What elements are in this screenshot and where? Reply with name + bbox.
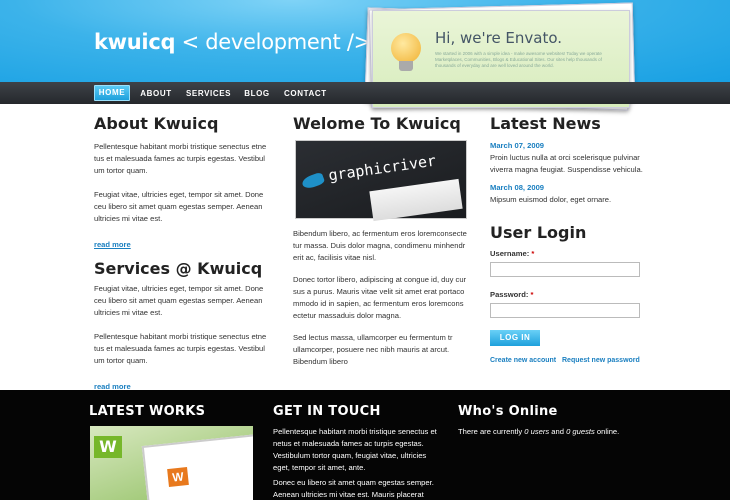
nav-home[interactable]: HOME: [94, 85, 130, 101]
news-date: March 07, 2009: [490, 141, 545, 150]
about-column: About Kwuicq Pellentesque habitant morbi…: [94, 114, 274, 394]
latest-works-image[interactable]: W W: [90, 426, 253, 500]
w-logo-badge: W: [94, 436, 122, 458]
news-column: Latest News March 07, 2009 Proin luctus …: [490, 114, 650, 242]
request-password-link[interactable]: Request new password: [562, 357, 640, 364]
login-title: User Login: [490, 223, 587, 242]
about-title: About Kwuicq: [94, 114, 219, 133]
get-in-touch-title: GET IN TOUCH: [273, 404, 381, 419]
about-read-more-link[interactable]: read more: [94, 240, 131, 249]
graphicriver-fish-icon: [300, 171, 326, 191]
graphicriver-panel: [369, 178, 463, 222]
about-paragraph: Pellentesque habitant morbi tristique se…: [94, 142, 267, 175]
services-paragraph: Feugiat vitae, ultricies eget, tempor si…: [94, 284, 264, 317]
create-account-link[interactable]: Create new account: [490, 357, 556, 364]
nav-contact[interactable]: CONTACT: [284, 87, 326, 101]
login-button[interactable]: LOG IN: [490, 330, 540, 346]
password-label: Password: *: [490, 290, 534, 299]
nav-blog[interactable]: BLOG: [243, 87, 271, 101]
site-logo[interactable]: kwuicq < development />: [94, 30, 371, 54]
welcome-title: Welome To Kwuicq: [293, 114, 461, 133]
works-screenshot-logo: W: [167, 467, 189, 487]
news-title: Latest News: [490, 114, 601, 133]
welcome-paragraph: Sed lectus massa, ullamcorper eu ferment…: [293, 333, 453, 366]
nav-services[interactable]: SERVICES: [186, 87, 231, 101]
touch-paragraph: Pellentesque habitant morbi tristique se…: [273, 427, 437, 472]
works-screenshot: [141, 434, 253, 500]
promo-card-title: Hi, we're Envato.: [435, 29, 563, 47]
online-status-text: There are currently 0 users and 0 guests…: [458, 427, 620, 436]
welcome-text: Bibendum libero, ac fermentum eros lorem…: [293, 228, 473, 368]
header-banner: kwuicq < development /> Hi, we're Envato…: [0, 0, 730, 111]
username-label: Username: *: [490, 249, 535, 258]
about-paragraph: Feugiat vitae, ultricies eget, tempor si…: [94, 190, 264, 223]
username-input[interactable]: [490, 262, 640, 277]
services-title: Services @ Kwuicq: [94, 259, 263, 278]
latest-works-title: LATEST WORKS: [89, 404, 206, 419]
password-input[interactable]: [490, 303, 640, 318]
news-text: Proin luctus nulla at orci scelerisque p…: [490, 153, 643, 174]
services-paragraph: Pellentesque habitant morbi tristique se…: [94, 332, 267, 365]
whos-online-title: Who's Online: [458, 404, 558, 419]
touch-paragraph: Donec eu libero sit amet quam egestas se…: [273, 478, 434, 499]
promo-card-text: We started in 2006 with a simple idea - …: [435, 51, 602, 68]
welcome-paragraph: Donec tortor libero, adipiscing at congu…: [293, 275, 467, 320]
news-text: Mipsum euismod dolor, eget ornare.: [490, 195, 612, 204]
main-navigation: HOME ABOUT SERVICES BLOG CONTACT: [0, 82, 730, 104]
graphicriver-image: graphicriver: [295, 140, 467, 222]
logo-brand: kwuicq: [94, 30, 176, 54]
logo-tagline: < development />: [181, 30, 372, 54]
welcome-column: Welome To Kwuicq: [293, 114, 473, 133]
news-date: March 08, 2009: [490, 183, 545, 192]
welcome-paragraph: Bibendum libero, ac fermentum eros lorem…: [293, 229, 467, 262]
graphicriver-logo-text: graphicriver: [327, 151, 438, 185]
lightbulb-base: [399, 61, 413, 71]
nav-about[interactable]: ABOUT: [140, 87, 172, 101]
lightbulb-icon: [391, 33, 421, 63]
